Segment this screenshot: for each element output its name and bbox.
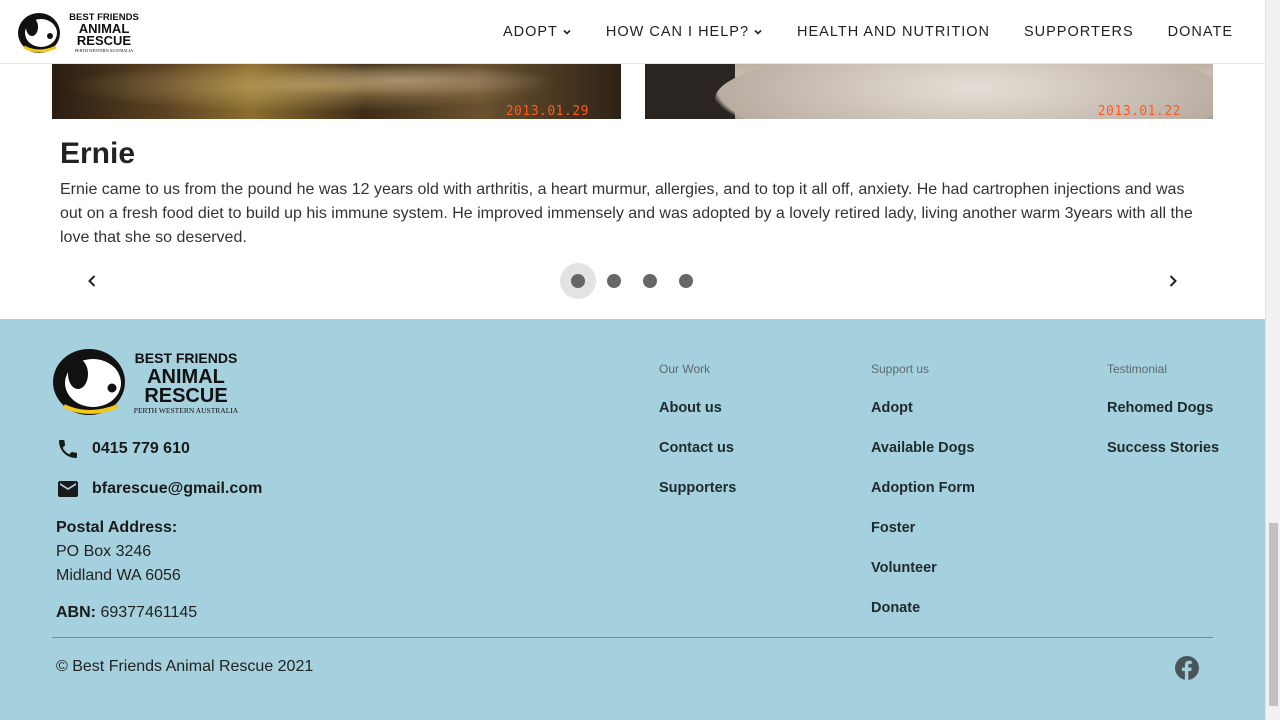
nav-health-and-nutrition[interactable]: HEALTH AND NUTRITION xyxy=(797,24,990,40)
postal-line-2: Midland WA 6056 xyxy=(56,567,181,584)
svg-text:BEST FRIENDS: BEST FRIENDS xyxy=(135,350,238,366)
postal-address: Postal Address: PO Box 3246 Midland WA 6… xyxy=(56,516,181,588)
abn: ABN: 69377461145 xyxy=(56,604,197,622)
nav-donate-label: DONATE xyxy=(1167,24,1233,40)
dot-indicator xyxy=(643,274,657,288)
footer-link-rehomed-dogs[interactable]: Rehomed Dogs xyxy=(1107,400,1219,440)
nav-how-can-i-help[interactable]: HOW CAN I HELP? xyxy=(606,24,763,40)
svg-text:RESCUE: RESCUE xyxy=(77,33,132,48)
nav-supporters[interactable]: SUPPORTERS xyxy=(1024,24,1134,40)
slide-description: Ernie came to us from the pound he was 1… xyxy=(60,181,1193,246)
site-logo[interactable]: BEST FRIENDS ANIMAL RESCUE PERTH WESTERN… xyxy=(16,9,146,55)
svg-text:PERTH WESTERN AUSTRALIA: PERTH WESTERN AUSTRALIA xyxy=(75,48,133,53)
facebook-icon[interactable] xyxy=(1175,656,1199,680)
column-heading: Our Work xyxy=(659,362,711,376)
nav-how-can-i-help-label: HOW CAN I HELP? xyxy=(605,24,750,40)
column-heading: Support us xyxy=(871,362,930,376)
main-nav: ADOPT HOW CAN I HELP? HEALTH AND NUTRITI… xyxy=(469,0,1233,64)
email-address: bfarescue@gmail.com xyxy=(92,480,263,497)
column-heading: Testimonial xyxy=(1107,362,1168,376)
footer-link-donate[interactable]: Donate xyxy=(871,600,975,640)
postal-label: Postal Address: xyxy=(56,519,178,536)
photo-date-stamp: 2013.01.22 xyxy=(1097,104,1181,119)
footer-link-volunteer[interactable]: Volunteer xyxy=(871,560,975,600)
footer-link-supporters[interactable]: Supporters xyxy=(659,480,736,520)
footer-column-our-work: Our Work About us Contact us Supporters xyxy=(659,362,736,520)
footer-column-testimonial: Testimonial Rehomed Dogs Success Stories xyxy=(1107,362,1219,480)
carousel-pagination xyxy=(560,263,704,299)
nav-adopt[interactable]: ADOPT xyxy=(503,24,572,40)
footer-link-foster[interactable]: Foster xyxy=(871,520,975,560)
carousel-dot-1[interactable] xyxy=(560,263,596,299)
phone-icon xyxy=(59,440,77,458)
chevron-down-icon xyxy=(563,29,571,35)
footer-link-contact-us[interactable]: Contact us xyxy=(659,440,736,480)
footer-email[interactable]: bfarescue@gmail.com xyxy=(56,477,262,501)
footer-divider xyxy=(52,637,1213,638)
carousel-photo: 2013.01.29 xyxy=(52,64,621,119)
carousel-next-button[interactable] xyxy=(1162,270,1184,292)
svg-text:RESCUE: RESCUE xyxy=(144,385,227,407)
site-header: BEST FRIENDS ANIMAL RESCUE PERTH WESTERN… xyxy=(0,0,1265,64)
chevron-down-icon xyxy=(754,29,762,35)
email-icon xyxy=(58,481,78,497)
site-footer: BEST FRIENDS ANIMAL RESCUE PERTH WESTERN… xyxy=(0,319,1265,720)
footer-phone[interactable]: 0415 779 610 xyxy=(56,437,190,461)
footer-link-success-stories[interactable]: Success Stories xyxy=(1107,440,1219,480)
carousel-dot-3[interactable] xyxy=(632,263,668,299)
slide-title: Ernie xyxy=(60,137,136,170)
carousel-prev-button[interactable] xyxy=(81,270,103,292)
scrollbar-thumb[interactable] xyxy=(1269,523,1278,706)
carousel-dot-2[interactable] xyxy=(596,263,632,299)
photo-date-stamp: 2013.01.29 xyxy=(505,104,589,119)
nav-donate[interactable]: DONATE xyxy=(1168,24,1233,40)
chevron-right-icon xyxy=(1169,275,1177,287)
footer-link-available-dogs[interactable]: Available Dogs xyxy=(871,440,975,480)
carousel-dot-4[interactable] xyxy=(668,263,704,299)
svg-text:PERTH WESTERN AUSTRALIA: PERTH WESTERN AUSTRALIA xyxy=(134,406,239,415)
dot-indicator xyxy=(607,274,621,288)
dot-indicator xyxy=(571,274,585,288)
nav-health-label: HEALTH AND NUTRITION xyxy=(797,24,990,40)
footer-link-about-us[interactable]: About us xyxy=(659,400,736,440)
phone-number: 0415 779 610 xyxy=(92,440,190,457)
page-scrollbar[interactable] xyxy=(1265,0,1280,720)
abn-label: ABN: xyxy=(56,604,96,621)
postal-line-1: PO Box 3246 xyxy=(56,543,152,560)
footer-column-support-us: Support us Adopt Available Dogs Adoption… xyxy=(871,362,975,640)
carousel-photo: 2013.01.22 xyxy=(645,64,1213,119)
copyright: © Best Friends Animal Rescue 2021 xyxy=(56,658,314,675)
nav-supporters-label: SUPPORTERS xyxy=(1023,24,1134,40)
footer-logo[interactable]: BEST FRIENDS ANIMAL RESCUE PERTH WESTERN… xyxy=(52,348,246,416)
dot-indicator xyxy=(679,274,693,288)
chevron-left-icon xyxy=(88,275,96,287)
abn-value: 69377461145 xyxy=(100,604,198,621)
footer-link-adopt[interactable]: Adopt xyxy=(871,400,975,440)
nav-adopt-label: ADOPT xyxy=(502,24,558,40)
footer-link-adoption-form[interactable]: Adoption Form xyxy=(871,480,975,520)
